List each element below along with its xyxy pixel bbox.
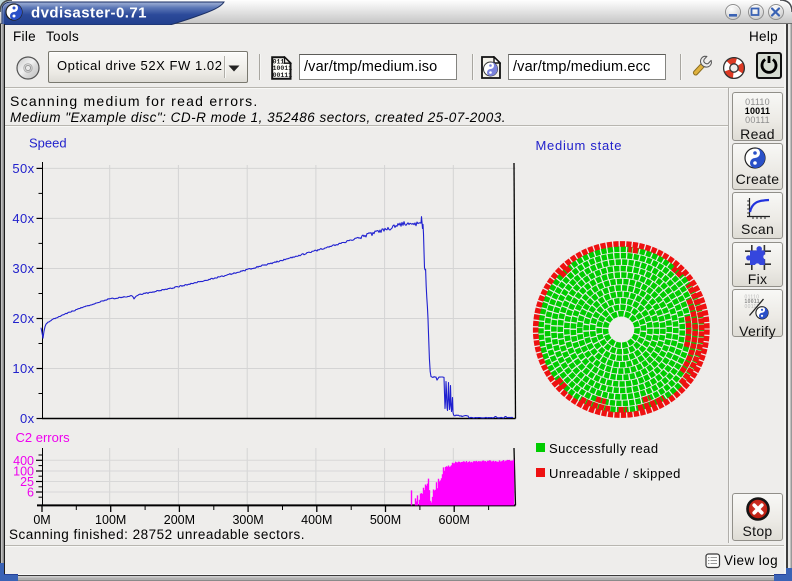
svg-text:200M: 200M [164,513,195,527]
svg-text:20x: 20x [12,311,34,326]
svg-text:30x: 30x [12,261,34,276]
svg-text:Speed: Speed [29,136,67,151]
svg-text:0M: 0M [33,513,50,527]
svg-text:C2 errors: C2 errors [16,430,71,445]
svg-text:dvdisaster-0.71: dvdisaster-0.71 [31,5,147,22]
svg-text:0x: 0x [20,411,35,426]
svg-text:00111: 00111 [273,72,292,79]
svg-text:300M: 300M [232,513,263,527]
svg-text:400M: 400M [301,513,332,527]
svg-text:100M: 100M [95,513,126,527]
svg-text:10x: 10x [12,361,34,376]
svg-text:500M: 500M [370,513,401,527]
svg-text:40x: 40x [12,211,34,226]
svg-text:600M: 600M [439,513,470,527]
svg-text:50x: 50x [12,161,34,176]
svg-text:6: 6 [27,486,34,500]
